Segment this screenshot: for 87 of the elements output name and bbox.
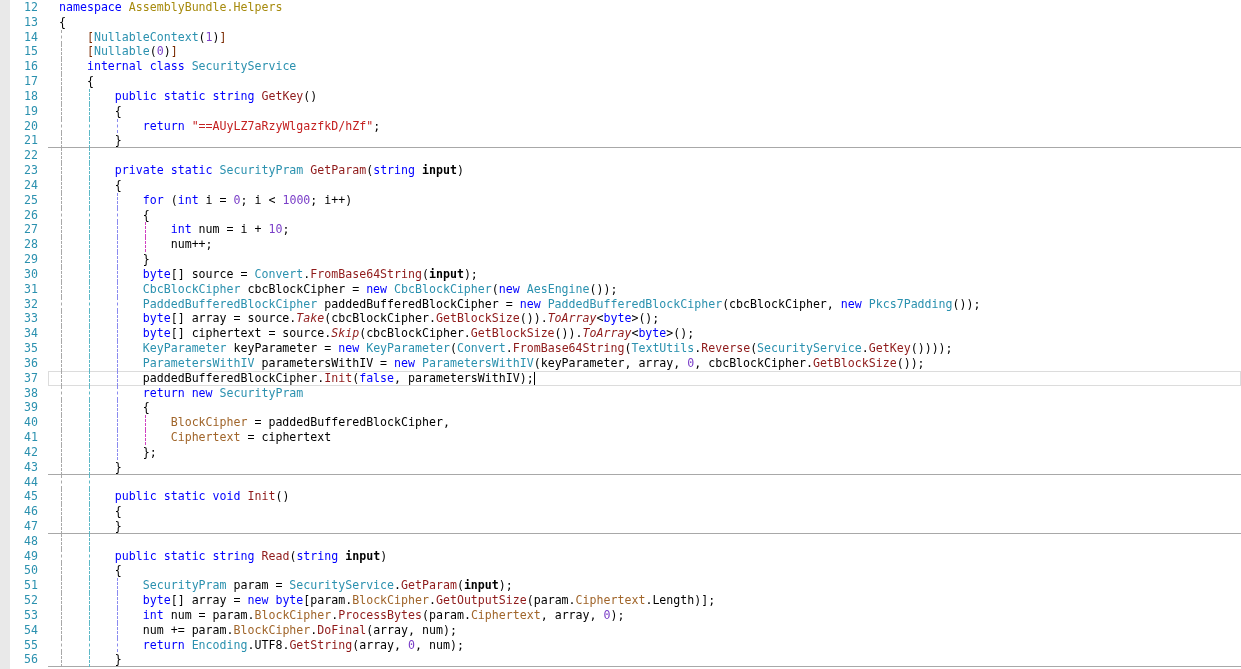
code-line: private static SecurityPram GetParam(string input) bbox=[114, 163, 464, 178]
code-line: { bbox=[114, 103, 122, 118]
line-number: 15 bbox=[23, 44, 38, 60]
code-line: { bbox=[114, 504, 122, 519]
line-number: 21 bbox=[23, 133, 38, 149]
line-number: 18 bbox=[23, 88, 38, 104]
code-line: KeyParameter keyParameter = new KeyParameter(Convert.FromBase64String(TextUtils.Reverse(SecurityService.GetKey()))); bbox=[142, 341, 953, 356]
line-number: 32 bbox=[23, 296, 38, 312]
line-number: 45 bbox=[23, 489, 38, 505]
line-number: 22 bbox=[23, 148, 38, 164]
code-line: namespace AssemblyBundle.Helpers bbox=[59, 0, 283, 14]
code-line: ParametersWithIV parametersWithIV = new ParametersWithIV(keyParameter, array, 0, cbcBlockCipher.GetBlockSize()); bbox=[142, 355, 925, 370]
code-line: Ciphertext = ciphertext bbox=[170, 430, 332, 444]
line-number: 47 bbox=[23, 519, 38, 534]
code-line: } bbox=[114, 652, 122, 667]
line-number: 30 bbox=[23, 266, 38, 282]
code-line: internal class SecurityService bbox=[86, 59, 297, 74]
line-number: 25 bbox=[23, 192, 38, 208]
code-line: [Nullable(0)] bbox=[86, 44, 178, 59]
line-number: 41 bbox=[23, 430, 38, 445]
line-number: 33 bbox=[23, 311, 38, 327]
code-line: public static string GetKey() bbox=[114, 88, 318, 103]
line-number: 42 bbox=[23, 444, 38, 460]
line-number: 49 bbox=[23, 548, 38, 564]
line-number: 52 bbox=[23, 593, 38, 608]
code-line: public static void Init() bbox=[114, 489, 290, 504]
line-number: 31 bbox=[23, 281, 38, 297]
code-line: } bbox=[142, 252, 150, 267]
code-line: { bbox=[114, 177, 122, 192]
line-number: 46 bbox=[23, 504, 38, 519]
code-line: { bbox=[86, 74, 94, 89]
line-number: 23 bbox=[23, 163, 38, 178]
code-line: SecurityPram param = SecurityService.GetParam(input); bbox=[142, 578, 513, 593]
code-line: int num = param.BlockCipher.ProcessBytes(param.Ciphertext, array, 0); bbox=[142, 607, 625, 622]
line-number: 38 bbox=[23, 385, 38, 401]
code-line: { bbox=[142, 400, 150, 415]
code-line: { bbox=[114, 563, 122, 578]
code-line: PaddedBufferedBlockCipher paddedBufferedBlockCipher = new PaddedBufferedBlockCipher(cbcBlockCipher, new Pkcs7Padding()); bbox=[142, 296, 981, 311]
code-line: { bbox=[59, 14, 66, 29]
line-number: 26 bbox=[23, 207, 38, 223]
code-line: num++; bbox=[170, 237, 213, 252]
code-line: { bbox=[142, 207, 150, 222]
code-line: return Encoding.UTF8.GetString(array, 0, num); bbox=[142, 637, 464, 652]
code-line: public static string Read(string input) bbox=[114, 548, 388, 563]
code-line: byte[] source = Convert.FromBase64String(input); bbox=[142, 266, 478, 281]
code-line: paddedBufferedBlockCipher.Init(false, parametersWithIV); bbox=[142, 370, 534, 385]
line-number: 36 bbox=[23, 355, 38, 371]
code-line: } bbox=[114, 519, 122, 533]
line-number: 27 bbox=[23, 222, 38, 238]
line-number: 55 bbox=[23, 637, 38, 653]
line-number: 29 bbox=[23, 252, 38, 267]
line-number: 35 bbox=[23, 341, 38, 356]
line-number: 56 bbox=[23, 652, 38, 668]
code-line: } bbox=[114, 133, 122, 148]
line-number: 34 bbox=[23, 326, 38, 342]
line-number: 14 bbox=[23, 29, 38, 45]
code-line: CbcBlockCipher cbcBlockCipher = new CbcBlockCipher(new AesEngine()); bbox=[142, 281, 618, 296]
code-line: BlockCipher = paddedBufferedBlockCipher, bbox=[170, 415, 450, 430]
code-line: return new SecurityPram bbox=[142, 385, 304, 400]
line-number: 53 bbox=[23, 607, 38, 623]
line-number: 17 bbox=[23, 74, 38, 89]
line-number: 12 bbox=[23, 0, 38, 15]
line-number: 19 bbox=[23, 103, 38, 119]
line-number: 20 bbox=[23, 118, 38, 134]
code-line: num += param.BlockCipher.DoFinal(array, num); bbox=[142, 622, 457, 637]
line-number: 44 bbox=[23, 474, 38, 490]
line-number: 24 bbox=[23, 177, 38, 193]
line-number: 48 bbox=[23, 533, 38, 549]
line-number: 43 bbox=[23, 459, 38, 475]
line-number: 37 bbox=[23, 370, 38, 386]
code-line: int num = i + 10; bbox=[170, 222, 290, 237]
code-line: byte[] array = source.Take(cbcBlockCipher.GetBlockSize()).ToArray<byte>(); bbox=[142, 311, 660, 326]
code-line: } bbox=[114, 459, 122, 474]
code-line: return "==AUyLZ7aRzyWlgazfkD/hZf"; bbox=[142, 118, 381, 133]
line-number: 50 bbox=[23, 563, 38, 579]
line-number: 13 bbox=[23, 14, 38, 30]
line-number: 51 bbox=[23, 578, 38, 594]
code-line: [NullableContext(1)] bbox=[86, 29, 227, 44]
line-number: 28 bbox=[23, 237, 38, 253]
line-number: 54 bbox=[23, 622, 38, 638]
code-line: byte[] array = new byte[param.BlockCipher.GetOutputSize(param.Ciphertext.Length)]; bbox=[142, 593, 716, 608]
line-number: 39 bbox=[23, 400, 38, 416]
code-line: for (int i = 0; i < 1000; i++) bbox=[142, 192, 353, 207]
line-number: 40 bbox=[23, 415, 38, 430]
code-line: }; bbox=[142, 444, 157, 459]
code-line: byte[] ciphertext = source.Skip(cbcBlockCipher.GetBlockSize()).ToArray<byte>(); bbox=[142, 326, 695, 341]
line-number: 16 bbox=[23, 59, 38, 75]
